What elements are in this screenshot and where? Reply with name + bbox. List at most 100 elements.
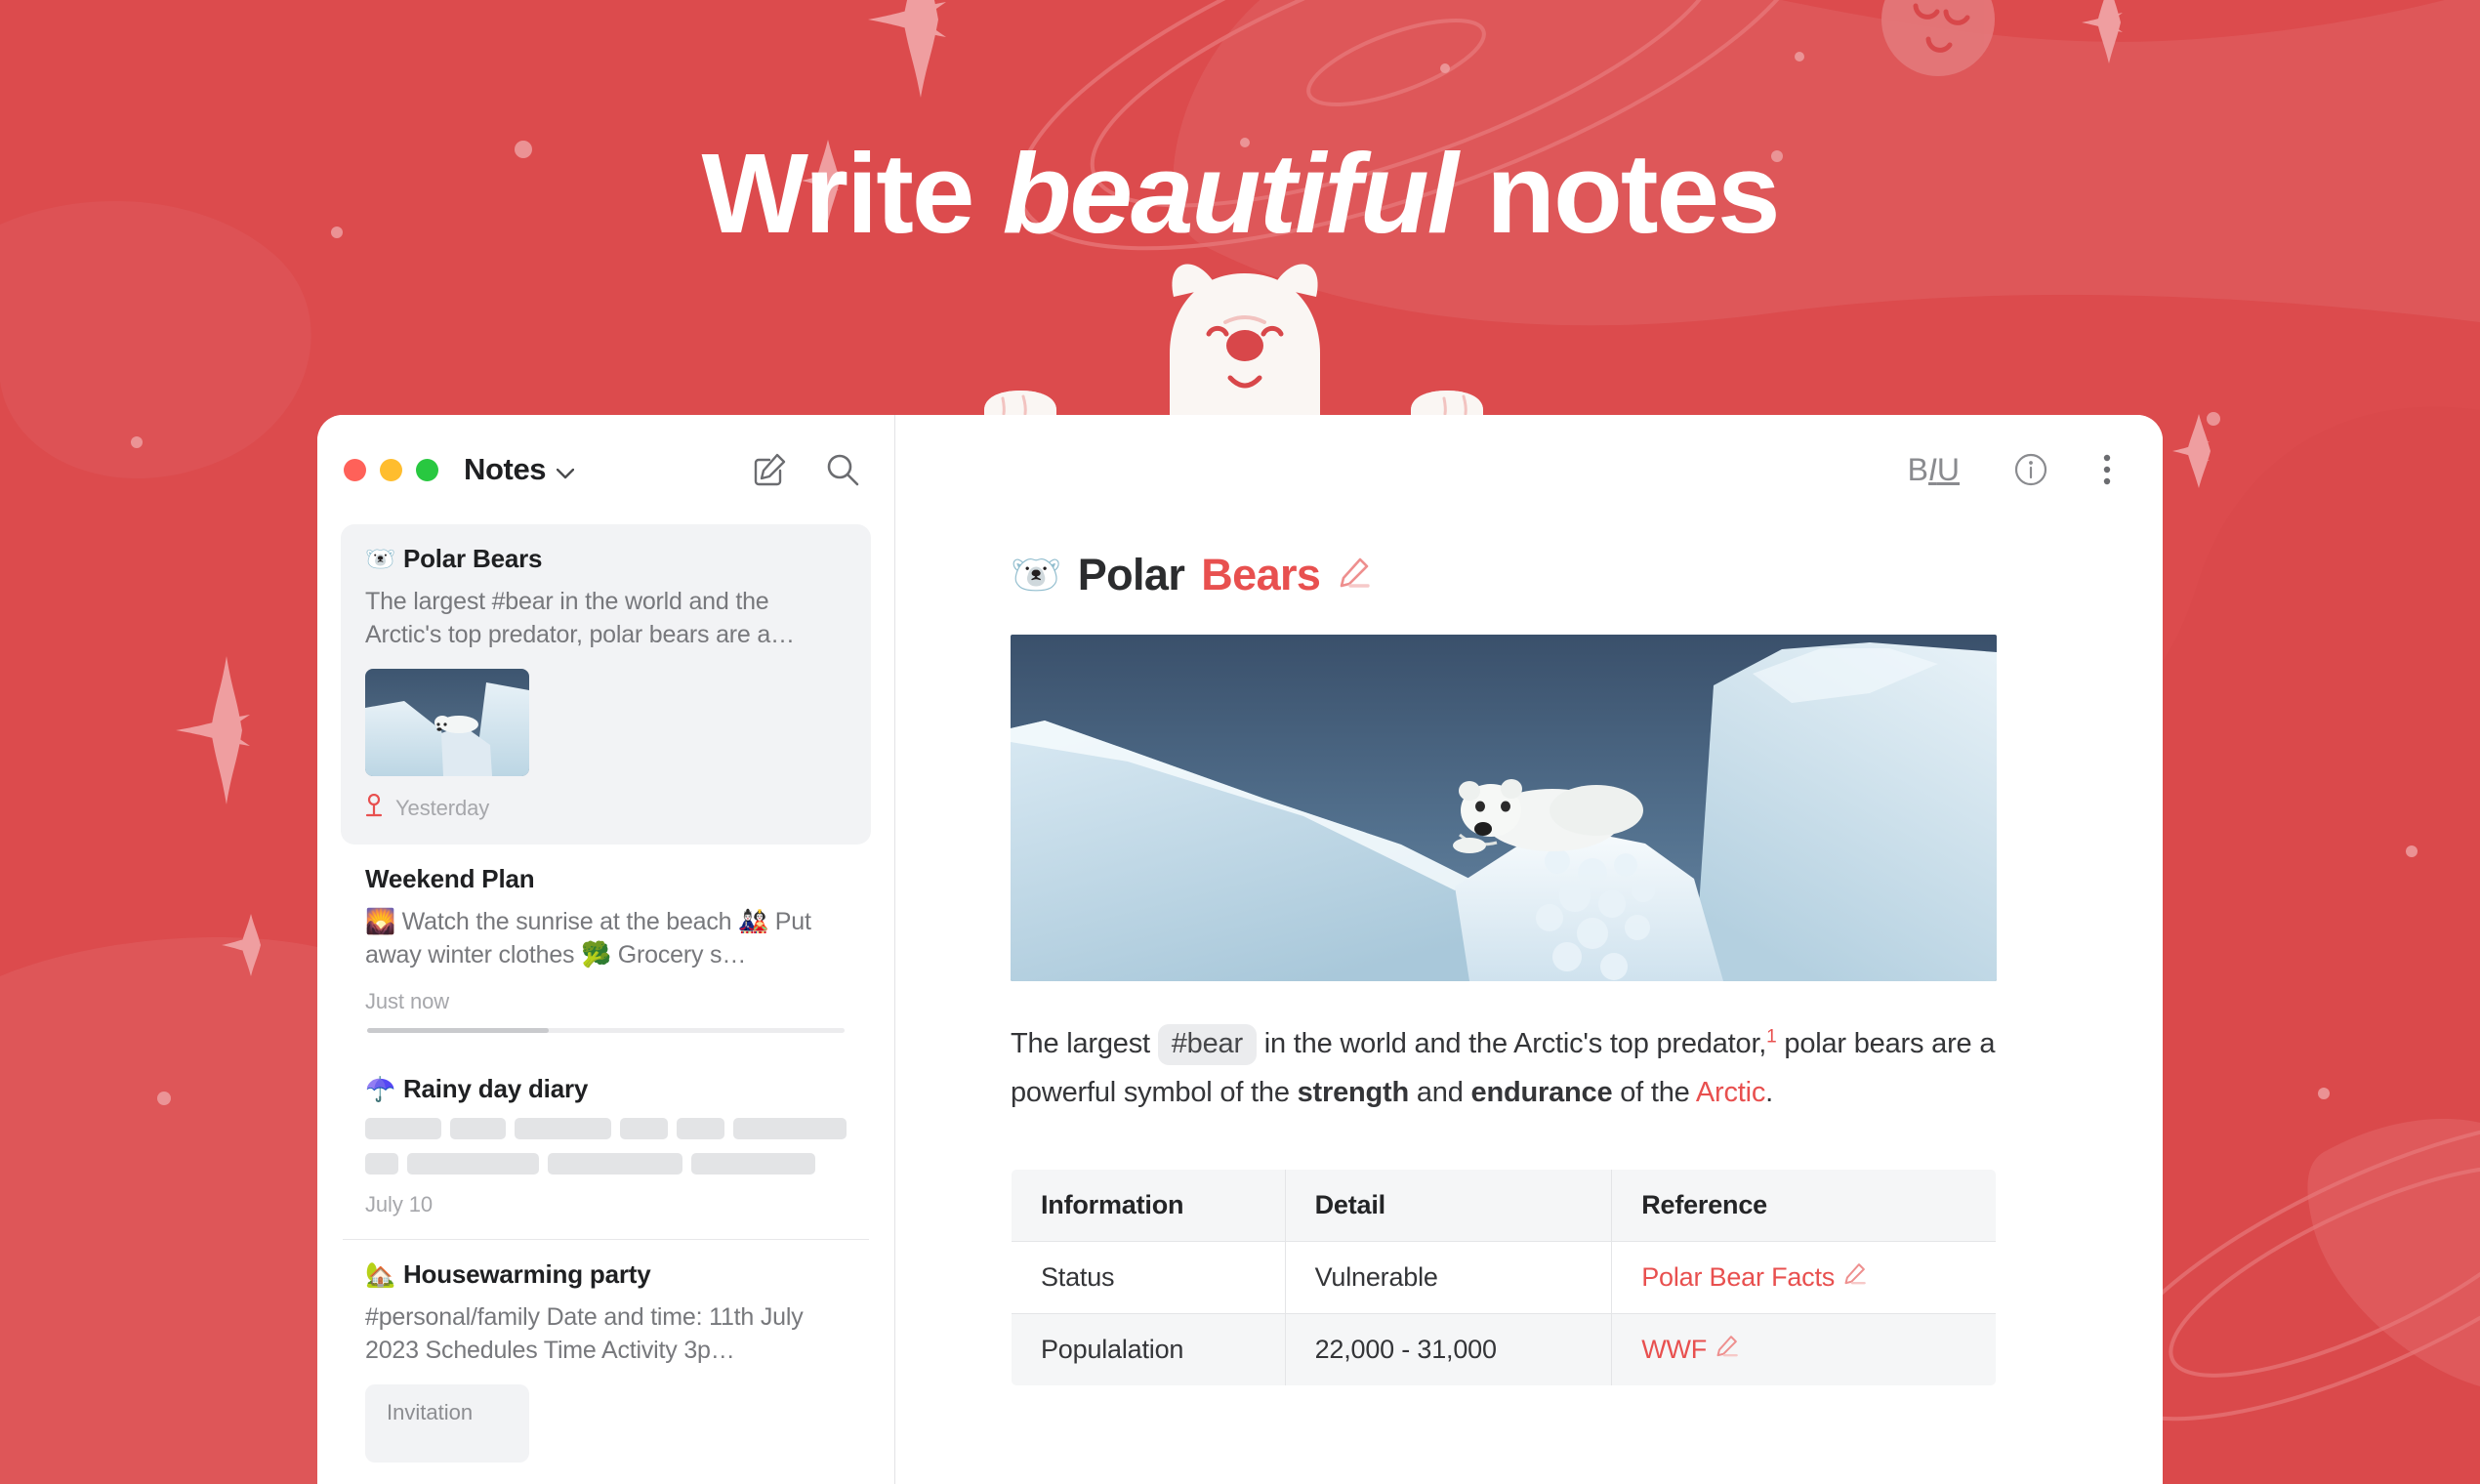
table-header-detail: Detail: [1284, 1169, 1613, 1242]
table-cell-information: Populalation: [1012, 1312, 1286, 1385]
note-timestamp: Just now: [365, 989, 450, 1013]
skeleton-bar: [365, 1118, 441, 1139]
note-skeleton-row: [365, 1118, 847, 1139]
sidebar-titlebar: Notes: [317, 415, 894, 524]
note-timestamp: Yesterday: [395, 796, 490, 820]
note-skeleton-row: [365, 1153, 847, 1175]
note-title-label: Housewarming party: [402, 1259, 651, 1289]
hero-text-italic: beautiful: [1002, 130, 1459, 257]
skeleton-bar: [449, 1118, 506, 1139]
footnote-marker[interactable]: 1: [1766, 1026, 1777, 1047]
note-thumbnail: [365, 669, 529, 776]
text-format-controls[interactable]: BIU: [1908, 452, 1960, 488]
skeleton-bar: [677, 1118, 725, 1139]
document-title-plain: Polar: [1077, 550, 1185, 599]
note-list-item-weekend-plan[interactable]: Weekend Plan 🌄 Watch the sunrise at the …: [341, 845, 871, 1054]
reference-link-label[interactable]: WWF: [1641, 1335, 1707, 1365]
note-title-label: Weekend Plan: [365, 864, 535, 893]
note-title: Weekend Plan: [365, 864, 847, 894]
window-traffic-lights: [344, 458, 438, 481]
note-title-label: Polar Bears: [402, 544, 543, 573]
editor-toolbar: BIU: [895, 415, 2163, 524]
skeleton-bar: [691, 1153, 815, 1175]
sidebar: Notes 🐻‍❄️ Polar Bears The l: [317, 415, 895, 1484]
info-circle-icon[interactable]: [2014, 453, 2047, 486]
maximize-window-button[interactable]: [416, 458, 438, 481]
arctic-link[interactable]: Arctic: [1696, 1077, 1766, 1108]
note-list-scrollbar[interactable]: [367, 1028, 845, 1033]
search-icon[interactable]: [826, 453, 859, 486]
note-attachment-card[interactable]: Invitation: [365, 1384, 529, 1463]
more-vertical-icon[interactable]: [2102, 453, 2112, 486]
table-cell-detail: Vulnerable: [1284, 1240, 1613, 1314]
reference-link-label[interactable]: Polar Bear Facts: [1641, 1262, 1835, 1293]
paragraph-seg-5: of the: [1612, 1076, 1696, 1108]
table-header-reference: Reference: [1611, 1169, 1996, 1242]
information-table: Information Detail Reference Status Vuln…: [1011, 1168, 1997, 1386]
hero-text-pre: Write: [701, 130, 1003, 257]
paragraph-bold-endurance: endurance: [1470, 1076, 1613, 1108]
hero-text-post: notes: [1456, 130, 1780, 257]
umbrella-emoji-icon: ☂️: [365, 1076, 395, 1103]
pin-icon: [365, 793, 383, 823]
note-title-label: Rainy day diary: [402, 1074, 589, 1103]
skeleton-bar: [407, 1153, 539, 1175]
italic-button[interactable]: I: [1928, 452, 1937, 488]
house-emoji-icon: 🏡: [365, 1261, 395, 1289]
table-cell-information: Status: [1012, 1240, 1286, 1314]
note-snippet: #personal/family Date and time: 11th Jul…: [365, 1303, 804, 1364]
table-header-information: Information: [1012, 1169, 1286, 1242]
note-meta: Just now: [365, 989, 847, 1014]
notes-app-window: Notes 🐻‍❄️ Polar Bears The l: [317, 415, 2163, 1484]
note-timestamp: July 10: [365, 1192, 434, 1216]
hero-headline: Write beautiful notes: [0, 137, 2480, 250]
table-cell-reference[interactable]: Polar Bear Facts: [1611, 1240, 1996, 1314]
skeleton-bar: [365, 1153, 398, 1175]
skeleton-bar: [619, 1118, 669, 1139]
polar-bear-emoji-icon: 🐻‍❄️: [1011, 551, 1061, 598]
table-row: Populalation 22,000 - 31,000 WWF: [1012, 1312, 1996, 1385]
pencil-edit-icon[interactable]: [1715, 1335, 1738, 1365]
skeleton-bar: [548, 1153, 682, 1175]
sidebar-actions: [754, 453, 859, 486]
pencil-edit-icon[interactable]: [1842, 1262, 1866, 1293]
note-title: ☂️ Rainy day diary: [365, 1074, 847, 1104]
note-list-item-housewarming-party[interactable]: 🏡 Housewarming party #personal/family Da…: [341, 1240, 871, 1484]
bear-mascot-icon: [1123, 256, 1367, 433]
underline-button[interactable]: U: [1937, 452, 1960, 488]
document-title[interactable]: 🐻‍❄️ Polar Bears: [1011, 550, 2163, 600]
document-title-accent: Bears: [1201, 550, 1321, 599]
note-title: 🏡 Housewarming party: [365, 1259, 847, 1290]
paragraph-seg-2: in the world and the Arctic's top predat…: [1256, 1028, 1767, 1059]
paragraph-seg-4: and: [1409, 1076, 1471, 1108]
close-window-button[interactable]: [344, 458, 366, 481]
table-cell-detail: 22,000 - 31,000: [1284, 1312, 1613, 1385]
minimize-window-button[interactable]: [380, 458, 402, 481]
note-list-item-rainy-day-diary[interactable]: ☂️ Rainy day diary July 10: [341, 1054, 871, 1239]
chevron-down-icon[interactable]: [556, 452, 575, 487]
table-header-row: Information Detail Reference: [1012, 1169, 1996, 1242]
bold-button[interactable]: B: [1908, 452, 1928, 488]
skeleton-bar: [514, 1118, 611, 1139]
skeleton-bar: [733, 1118, 847, 1139]
note-title: 🐻‍❄️ Polar Bears: [365, 544, 847, 574]
hashtag-chip[interactable]: #bear: [1157, 1024, 1257, 1065]
paragraph-seg-1: The largest: [1011, 1028, 1158, 1059]
table-row: Status Vulnerable Polar Bear Facts: [1012, 1240, 1996, 1314]
note-list[interactable]: 🐻‍❄️ Polar Bears The largest #bear in th…: [317, 524, 894, 1484]
app-title-label: Notes: [464, 452, 547, 486]
scrollbar-thumb[interactable]: [367, 1028, 549, 1033]
note-list-item-polar-bears[interactable]: 🐻‍❄️ Polar Bears The largest #bear in th…: [341, 524, 871, 845]
document-paragraph: The largest #bear in the world and the A…: [1011, 1020, 1997, 1118]
editor-pane: BIU 🐻‍❄️ Polar Bears: [895, 415, 2163, 1484]
paragraph-bold-strength: strength: [1297, 1076, 1410, 1108]
note-document: 🐻‍❄️ Polar Bears: [895, 524, 2163, 1386]
paragraph-seg-6: .: [1765, 1076, 1774, 1108]
pencil-edit-icon[interactable]: [1337, 550, 1371, 600]
note-snippet: 🌄 Watch the sunrise at the beach 🎎 Put a…: [365, 908, 811, 969]
table-cell-reference[interactable]: WWF: [1611, 1312, 1996, 1385]
compose-note-icon[interactable]: [754, 453, 787, 486]
polar-bear-emoji-icon: 🐻‍❄️: [365, 546, 395, 573]
app-title[interactable]: Notes: [464, 452, 575, 487]
document-hero-image: [1011, 635, 1997, 981]
